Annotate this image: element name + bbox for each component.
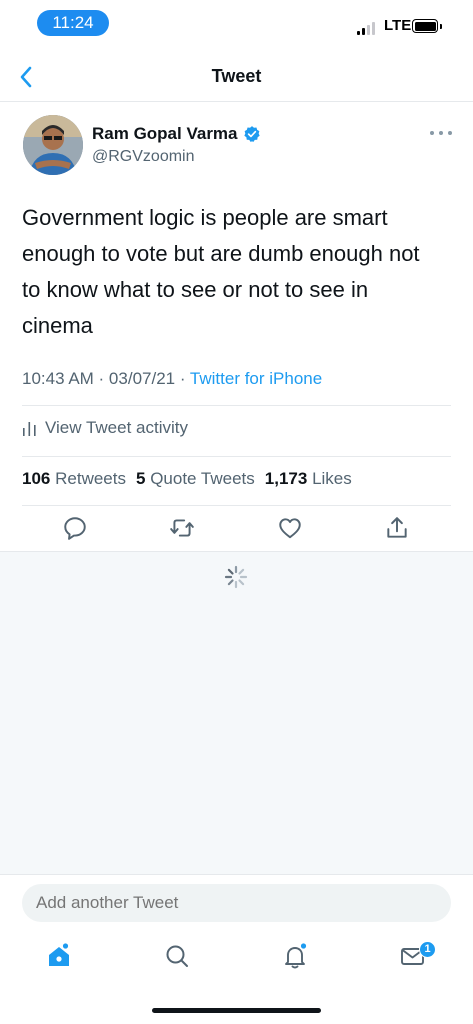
tweet-stats: 106 Retweets 5 Quote Tweets 1,173 Likes <box>22 469 352 489</box>
reply-input[interactable] <box>22 884 451 922</box>
verified-icon <box>243 126 260 142</box>
avatar[interactable] <box>23 115 83 175</box>
replies-area <box>0 551 473 875</box>
divider <box>22 456 451 457</box>
divider <box>22 505 451 506</box>
home-icon[interactable] <box>45 942 73 970</box>
activity-icon <box>23 422 36 436</box>
retweets-stat[interactable]: 106 Retweets <box>22 469 126 489</box>
tweet-source-link[interactable]: Twitter for iPhone <box>190 369 322 388</box>
likes-stat[interactable]: 1,173 Likes <box>265 469 352 489</box>
signal-icon <box>357 21 381 35</box>
author-row[interactable]: Ram Gopal Varma <box>92 124 261 144</box>
author-name[interactable]: Ram Gopal Varma <box>92 124 238 144</box>
notifications-icon[interactable] <box>281 942 309 970</box>
view-activity-label: View Tweet activity <box>45 418 188 437</box>
messages-badge: 1 <box>419 941 436 958</box>
retweets-count: 106 <box>22 469 51 488</box>
quotes-stat[interactable]: 5 Quote Tweets <box>136 469 255 489</box>
quotes-label: Quote Tweets <box>150 469 255 488</box>
tweet-timestamp: 10:43 AM · 03/07/21 · <box>22 369 190 388</box>
battery-nub <box>440 24 442 29</box>
retweets-label: Retweets <box>55 469 126 488</box>
page-title: Tweet <box>211 66 262 86</box>
like-icon[interactable] <box>277 515 303 541</box>
spinner-icon <box>224 565 248 589</box>
search-icon[interactable] <box>163 942 191 970</box>
view-activity-button[interactable]: View Tweet activity <box>22 418 188 438</box>
status-bar: 11:24 LTE <box>0 0 473 48</box>
battery-icon <box>412 19 438 33</box>
home-indicator <box>152 1008 321 1013</box>
reply-bar <box>0 876 473 936</box>
divider <box>22 405 451 406</box>
more-icon[interactable] <box>430 124 452 142</box>
share-icon[interactable] <box>384 515 410 541</box>
quotes-count: 5 <box>135 469 146 488</box>
tweet-meta: 10:43 AM · 03/07/21 · Twitter for iPhone <box>22 369 322 389</box>
likes-count: 1,173 <box>264 469 308 488</box>
tab-bar <box>0 936 473 986</box>
carrier-label: LTE <box>384 17 412 34</box>
reply-icon[interactable] <box>62 515 88 541</box>
retweet-icon[interactable] <box>169 515 195 541</box>
likes-label: Likes <box>312 469 352 488</box>
tweet-actions <box>0 515 473 543</box>
author-handle[interactable]: @RGVzoomin <box>92 148 195 166</box>
status-time: 11:24 <box>37 10 109 36</box>
tweet-text: Government logic is people are smart eno… <box>22 205 420 338</box>
nav-header: Tweet <box>0 52 473 102</box>
